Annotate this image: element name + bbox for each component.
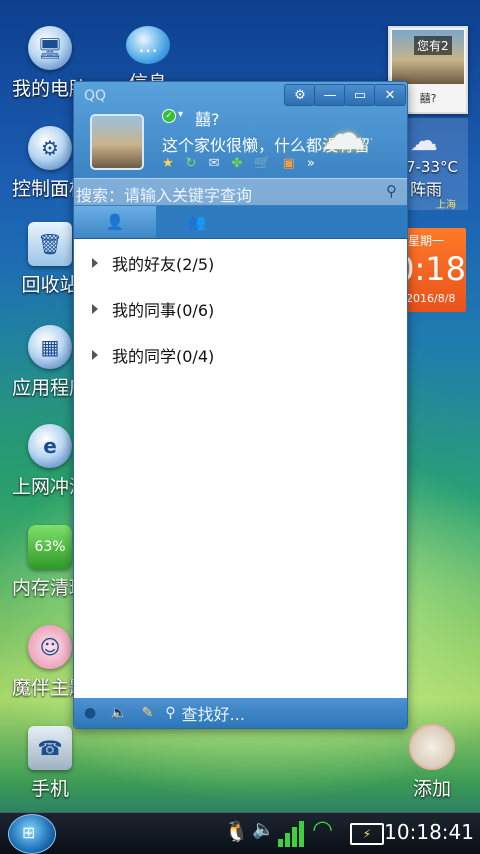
find-friend-button[interactable]: 查找好... [182,701,245,725]
wallet-icon[interactable]: ▣ [283,156,295,171]
clock-weekday: 星期一 [408,234,445,248]
close-button[interactable]: ✕ [374,84,406,106]
computer-icon: 🖥 [28,26,72,70]
qq-title: QQ [84,88,107,104]
group-classmates[interactable]: 我的同学(0/4) [74,332,407,378]
qq-window[interactable]: QQ ⚙ — ▭ ✕ ✓ ▾ 囍? 这个家伙很懒，什么都没有留下 ☁ ★ ↻ ✉… [73,81,408,729]
message-icon: … [126,26,170,64]
photo-notice: 您有2 [414,36,452,55]
search-bar[interactable]: 搜索：请输入关键字查询 ⚲ [74,178,407,205]
status-dropdown-icon[interactable]: ▾ [178,109,183,120]
battery-icon[interactable]: ⚡ [350,823,384,845]
nickname: 囍? [195,110,220,129]
group-colleagues[interactable]: 我的同事(0/6) [74,286,407,332]
qq-header: QQ ⚙ — ▭ ✕ ✓ ▾ 囍? 这个家伙很懒，什么都没有留下 ☁ ★ ↻ ✉… [74,82,407,206]
signal-bar [285,833,290,847]
qq-tray-icon[interactable]: 🐧 [224,819,249,843]
qq-app-toolbar: ★ ↻ ✉ ✤ 🛒 ▣ » [162,156,315,171]
apps-icon: ▦ [28,325,72,369]
taskbar-clock[interactable]: 10:18:41 [384,820,474,844]
signal-bar [299,821,304,847]
group-label: 我的好友(2/5) [112,255,215,274]
expand-arrow-icon [92,350,98,360]
desktop-icon-label: 手机 [30,778,69,800]
add-widget-button[interactable]: 添加 [402,724,462,801]
qq-tabs: 👤 👥 [74,206,407,239]
memory-percent: 63% [34,539,66,555]
clover-icon[interactable]: ✤ [231,156,242,171]
refresh-icon[interactable]: ↻ [186,156,197,171]
signal-bar [292,827,297,847]
expand-arrow-icon [92,258,98,268]
avatar[interactable] [90,114,144,170]
gear-icon: ⚙ [294,87,306,103]
minimize-button[interactable]: — [314,84,346,106]
close-icon: ✕ [384,87,396,103]
add-label: 添加 [412,778,451,800]
tab-contacts[interactable]: 👤 [74,206,156,238]
weather-cloud-icon: ☁ [410,124,438,157]
settings-button[interactable]: ⚙ [284,84,316,106]
qq-penguin-icon[interactable]: ● [84,705,96,721]
search-input[interactable]: 搜索：请输入关键字查询 [76,182,252,206]
maximize-icon: ▭ [353,87,367,103]
windows-logo-icon: ⊞ [22,823,36,842]
expand-arrow-icon [92,304,98,314]
memory-clean-icon: 63% [28,525,72,569]
shop-icon[interactable]: 🛒 [254,156,270,171]
volume-icon[interactable]: 🔈 [252,819,274,840]
add-icon [409,724,455,770]
start-button[interactable]: ⊞ [8,814,56,854]
sound-icon[interactable]: 🔈 [110,705,127,721]
desktop-icon-phone[interactable]: ☎ 手机 [4,726,96,801]
contact-icon: 👤 [105,213,125,231]
signal-bar [278,839,283,847]
clock-date: 2016/8/8 [406,292,456,305]
more-icon[interactable]: » [307,156,315,171]
browser-icon: e [28,424,72,468]
minimize-icon: — [323,87,337,103]
qq-bottom-bar: ● 🔈 ✎ ⚲ 查找好... [74,698,407,728]
clock-widget[interactable]: 星期一 10:18 2016/8/8 [374,228,466,312]
signal-icon[interactable] [278,819,306,847]
group-label: 我的同事(0/6) [112,301,215,320]
weather-city: 上海 [436,200,456,211]
wifi-icon[interactable]: ◠ [312,815,333,843]
group-label: 我的同学(0/4) [112,347,215,366]
recycle-bin-icon: 🗑 [28,222,72,266]
group-friends[interactable]: 我的好友(2/5) [74,240,407,286]
status-online-icon[interactable]: ✓ [162,109,176,123]
mail-icon[interactable]: ✉ [209,156,220,171]
find-icon[interactable]: ⚲ [165,705,175,721]
theme-icon: ☺ [28,625,72,669]
search-icon[interactable]: ⚲ [386,182,397,200]
control-panel-icon: ⚙ [28,126,72,170]
maximize-button[interactable]: ▭ [344,84,376,106]
taskbar: ⊞ 🐧 🔈 ◠ ⚡ 10:18:41 [0,812,480,854]
group-icon: 👥 [187,213,207,231]
note-icon[interactable]: ✎ [142,705,154,721]
tab-groups[interactable]: 👥 [156,206,238,238]
space-icon[interactable]: ★ [162,156,174,171]
phone-icon: ☎ [28,726,72,770]
weather-widget[interactable]: ☁ 27-33°C 阵雨 上海 [396,118,468,211]
weather-cloud-large-icon: ☁ [320,106,366,160]
